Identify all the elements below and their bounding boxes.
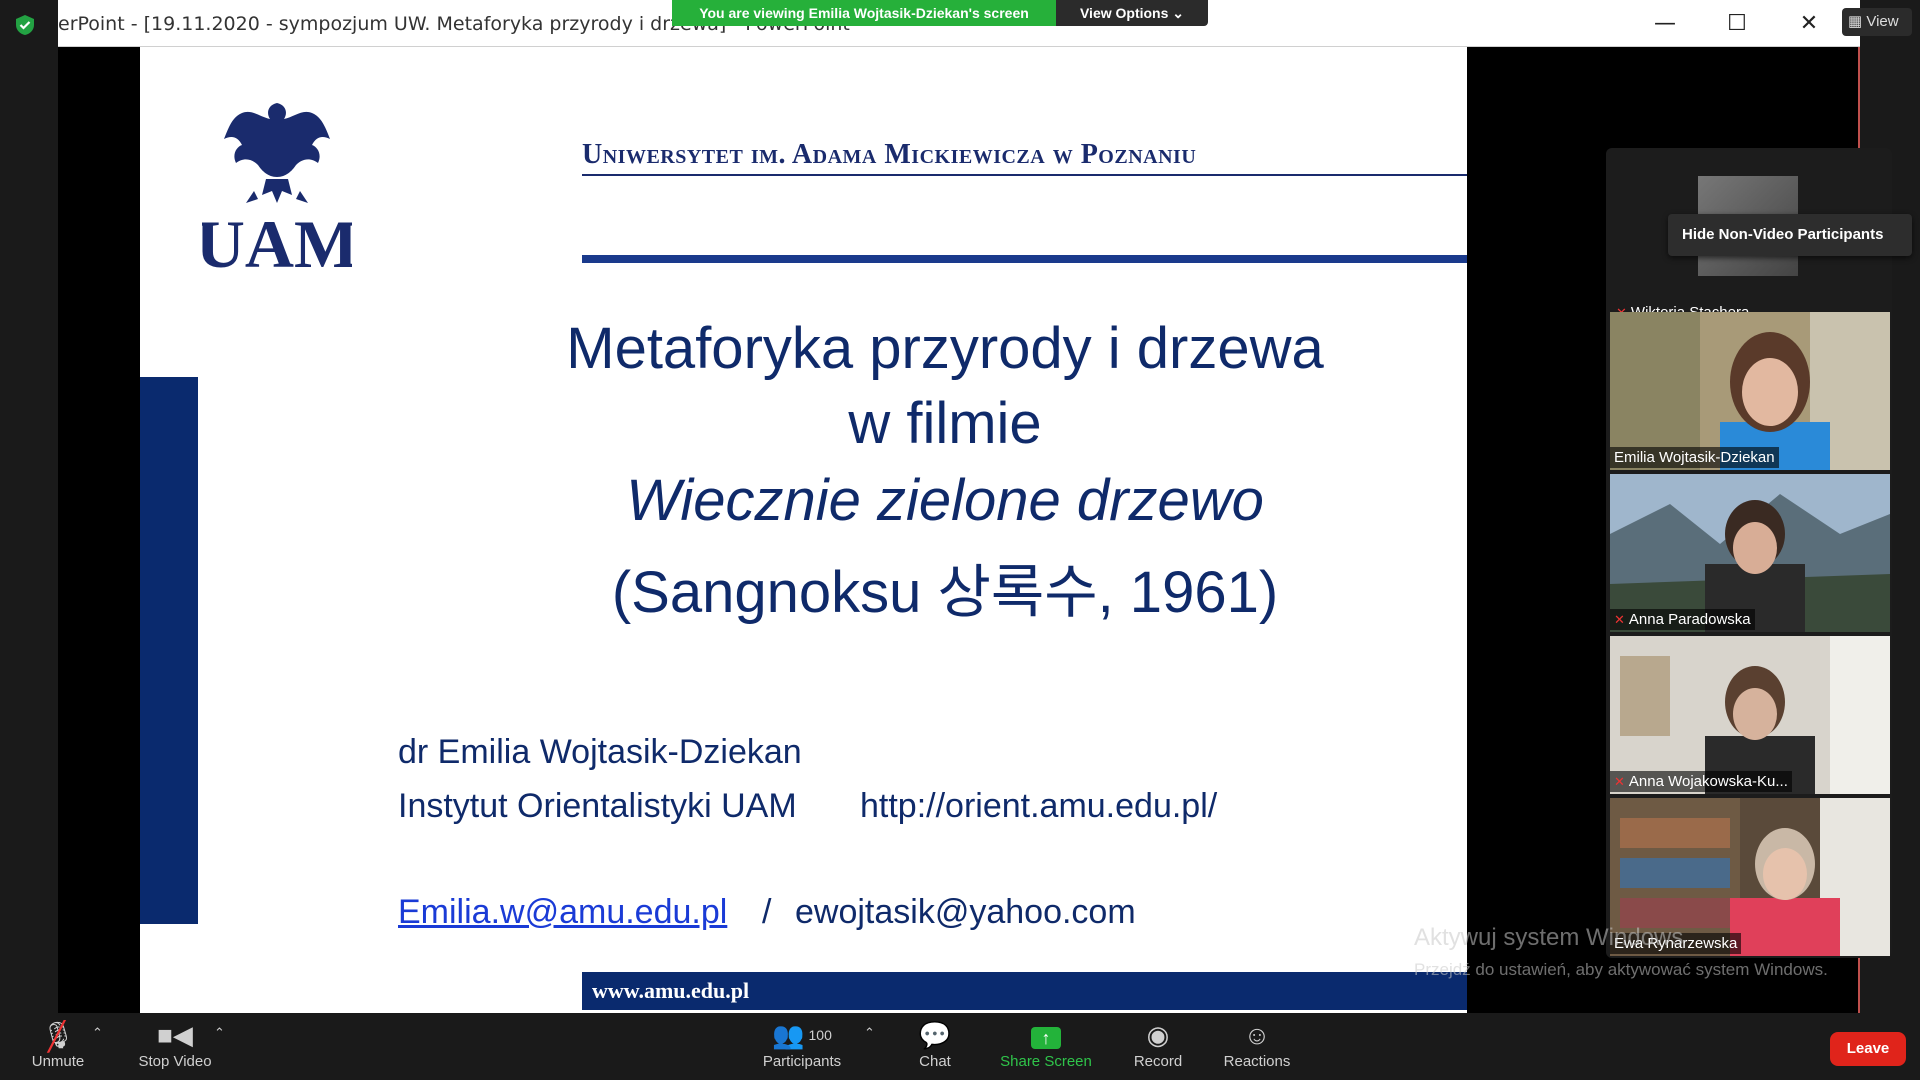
share-screen-label: Share Screen <box>1000 1053 1092 1070</box>
chevron-up-icon[interactable]: ⌃ <box>92 1025 103 1041</box>
author-name: dr Emilia Wojtasik-Dziekan <box>398 733 802 771</box>
grid-icon: ▦ <box>1848 13 1867 30</box>
leave-button[interactable]: Leave <box>1830 1032 1906 1066</box>
reactions-label: Reactions <box>1223 1053 1291 1070</box>
author-institute: Instytut Orientalistyki UAM <box>398 787 797 825</box>
hide-non-video-tooltip[interactable]: Hide Non-Video Participants <box>1668 214 1912 256</box>
mic-muted-icon: 🎙 ╱ <box>41 1020 75 1052</box>
divider <box>582 174 1467 176</box>
reactions-button[interactable]: ☺ Reactions <box>1220 1017 1294 1077</box>
view-options-button[interactable]: View Options ⌄ <box>1056 0 1208 26</box>
view-label: View <box>1866 13 1899 30</box>
video-camera-icon: ■◀ <box>157 1020 193 1050</box>
footer-url: www.amu.edu.pl <box>592 978 750 1003</box>
presentation-slide: UAM Uniwersytet im. Adama Mickiewicza w … <box>140 47 1467 1013</box>
email-link[interactable]: Emilia.w@amu.edu.pl <box>398 893 727 932</box>
zoom-window: erPoint - [19.11.2020 - sympozjum UW. Me… <box>0 0 1920 1080</box>
slide-title-line: Wiecznie zielone drzewo <box>626 468 1264 533</box>
reaction-smiley-icon: ☺ <box>1243 1020 1271 1050</box>
chevron-up-icon[interactable]: ⌃ <box>214 1025 225 1041</box>
participants-label: Participants <box>762 1053 842 1070</box>
participant-tile[interactable]: ✕ Anna Wojakowska-Ku... <box>1610 636 1890 794</box>
security-shield-icon[interactable] <box>14 14 36 36</box>
participant-name: Emilia Wojtasik-Dziekan <box>1610 447 1779 468</box>
participant-count: 100 <box>808 1027 832 1043</box>
slide-title-line: (Sangnoksu 상록수, 1961) <box>611 560 1279 625</box>
record-icon: ◉ <box>1146 1020 1170 1050</box>
participants-icon: 👥 100 <box>772 1020 832 1050</box>
unmute-button[interactable]: 🎙 ╱ Unmute <box>22 1017 94 1077</box>
meeting-toolbar: 🎙 ╱ Unmute ⌃ ■◀ Stop Video ⌃ 👥 100 Partici… <box>0 1013 1920 1080</box>
email-separator: / <box>762 893 772 931</box>
chat-label: Chat <box>919 1053 951 1070</box>
participant-tile[interactable]: ✕ Anna Paradowska <box>1610 474 1890 632</box>
participant-name: ✕ Anna Paradowska <box>1610 609 1755 630</box>
stop-video-label: Stop Video <box>138 1053 212 1070</box>
uam-eagle-logo: UAM <box>202 103 352 275</box>
chevron-up-icon[interactable]: ⌃ <box>864 1025 875 1041</box>
record-button[interactable]: ◉ Record <box>1122 1017 1194 1077</box>
university-name: Uniwersytet im. Adama Mickiewicza w Pozn… <box>582 139 1197 170</box>
mic-muted-icon: ✕ <box>1614 774 1625 789</box>
slide-accent-bar <box>140 377 198 924</box>
divider <box>582 255 1467 263</box>
email-secondary: ewojtasik@yahoo.com <box>795 893 1136 931</box>
maximize-icon[interactable]: ☐ <box>1723 10 1751 38</box>
participant-tile[interactable]: Emilia Wojtasik-Dziekan <box>1610 312 1890 470</box>
shared-screen: erPoint - [19.11.2020 - sympozjum UW. Me… <box>58 0 1860 1013</box>
windows-activation-hint: Przejdź do ustawień, aby aktywować syste… <box>1414 960 1828 979</box>
share-screen-icon: ↑ <box>996 1017 1096 1053</box>
windows-activation-watermark: Aktywuj system Windows <box>1414 924 1684 951</box>
viewing-screen-banner: You are viewing Emilia Wojtasik-Dziekan'… <box>672 0 1056 26</box>
participants-button[interactable]: 👥 100 Participants <box>756 1017 848 1077</box>
chat-icon: 💬 <box>918 1020 952 1050</box>
participant-gallery: ✕Wiktoria Stachera Hide Non-Video Partic… <box>1606 148 1912 958</box>
record-label: Record <box>1133 1053 1183 1070</box>
participant-name: ✕ Anna Wojakowska-Ku... <box>1610 771 1792 792</box>
unmute-label: Unmute <box>31 1053 85 1070</box>
slide-title-line: w filmie <box>848 391 1042 456</box>
minimize-icon[interactable]: — <box>1651 10 1679 38</box>
stop-video-button[interactable]: ■◀ Stop Video <box>130 1017 220 1077</box>
mic-muted-icon: ✕ <box>1614 612 1625 627</box>
uam-logo-text: UAM <box>202 206 352 275</box>
chat-button[interactable]: 💬 Chat <box>900 1017 970 1077</box>
slide-footer: www.amu.edu.pl <box>582 972 1467 1010</box>
slide-title-line: Metaforyka przyrody i drzewa <box>566 316 1324 381</box>
share-screen-button[interactable]: ↑ Share Screen <box>996 1017 1096 1077</box>
close-icon[interactable]: ✕ <box>1795 10 1823 38</box>
institute-url: http://orient.amu.edu.pl/ <box>860 787 1218 825</box>
view-button[interactable]: ▦ View <box>1842 8 1912 36</box>
